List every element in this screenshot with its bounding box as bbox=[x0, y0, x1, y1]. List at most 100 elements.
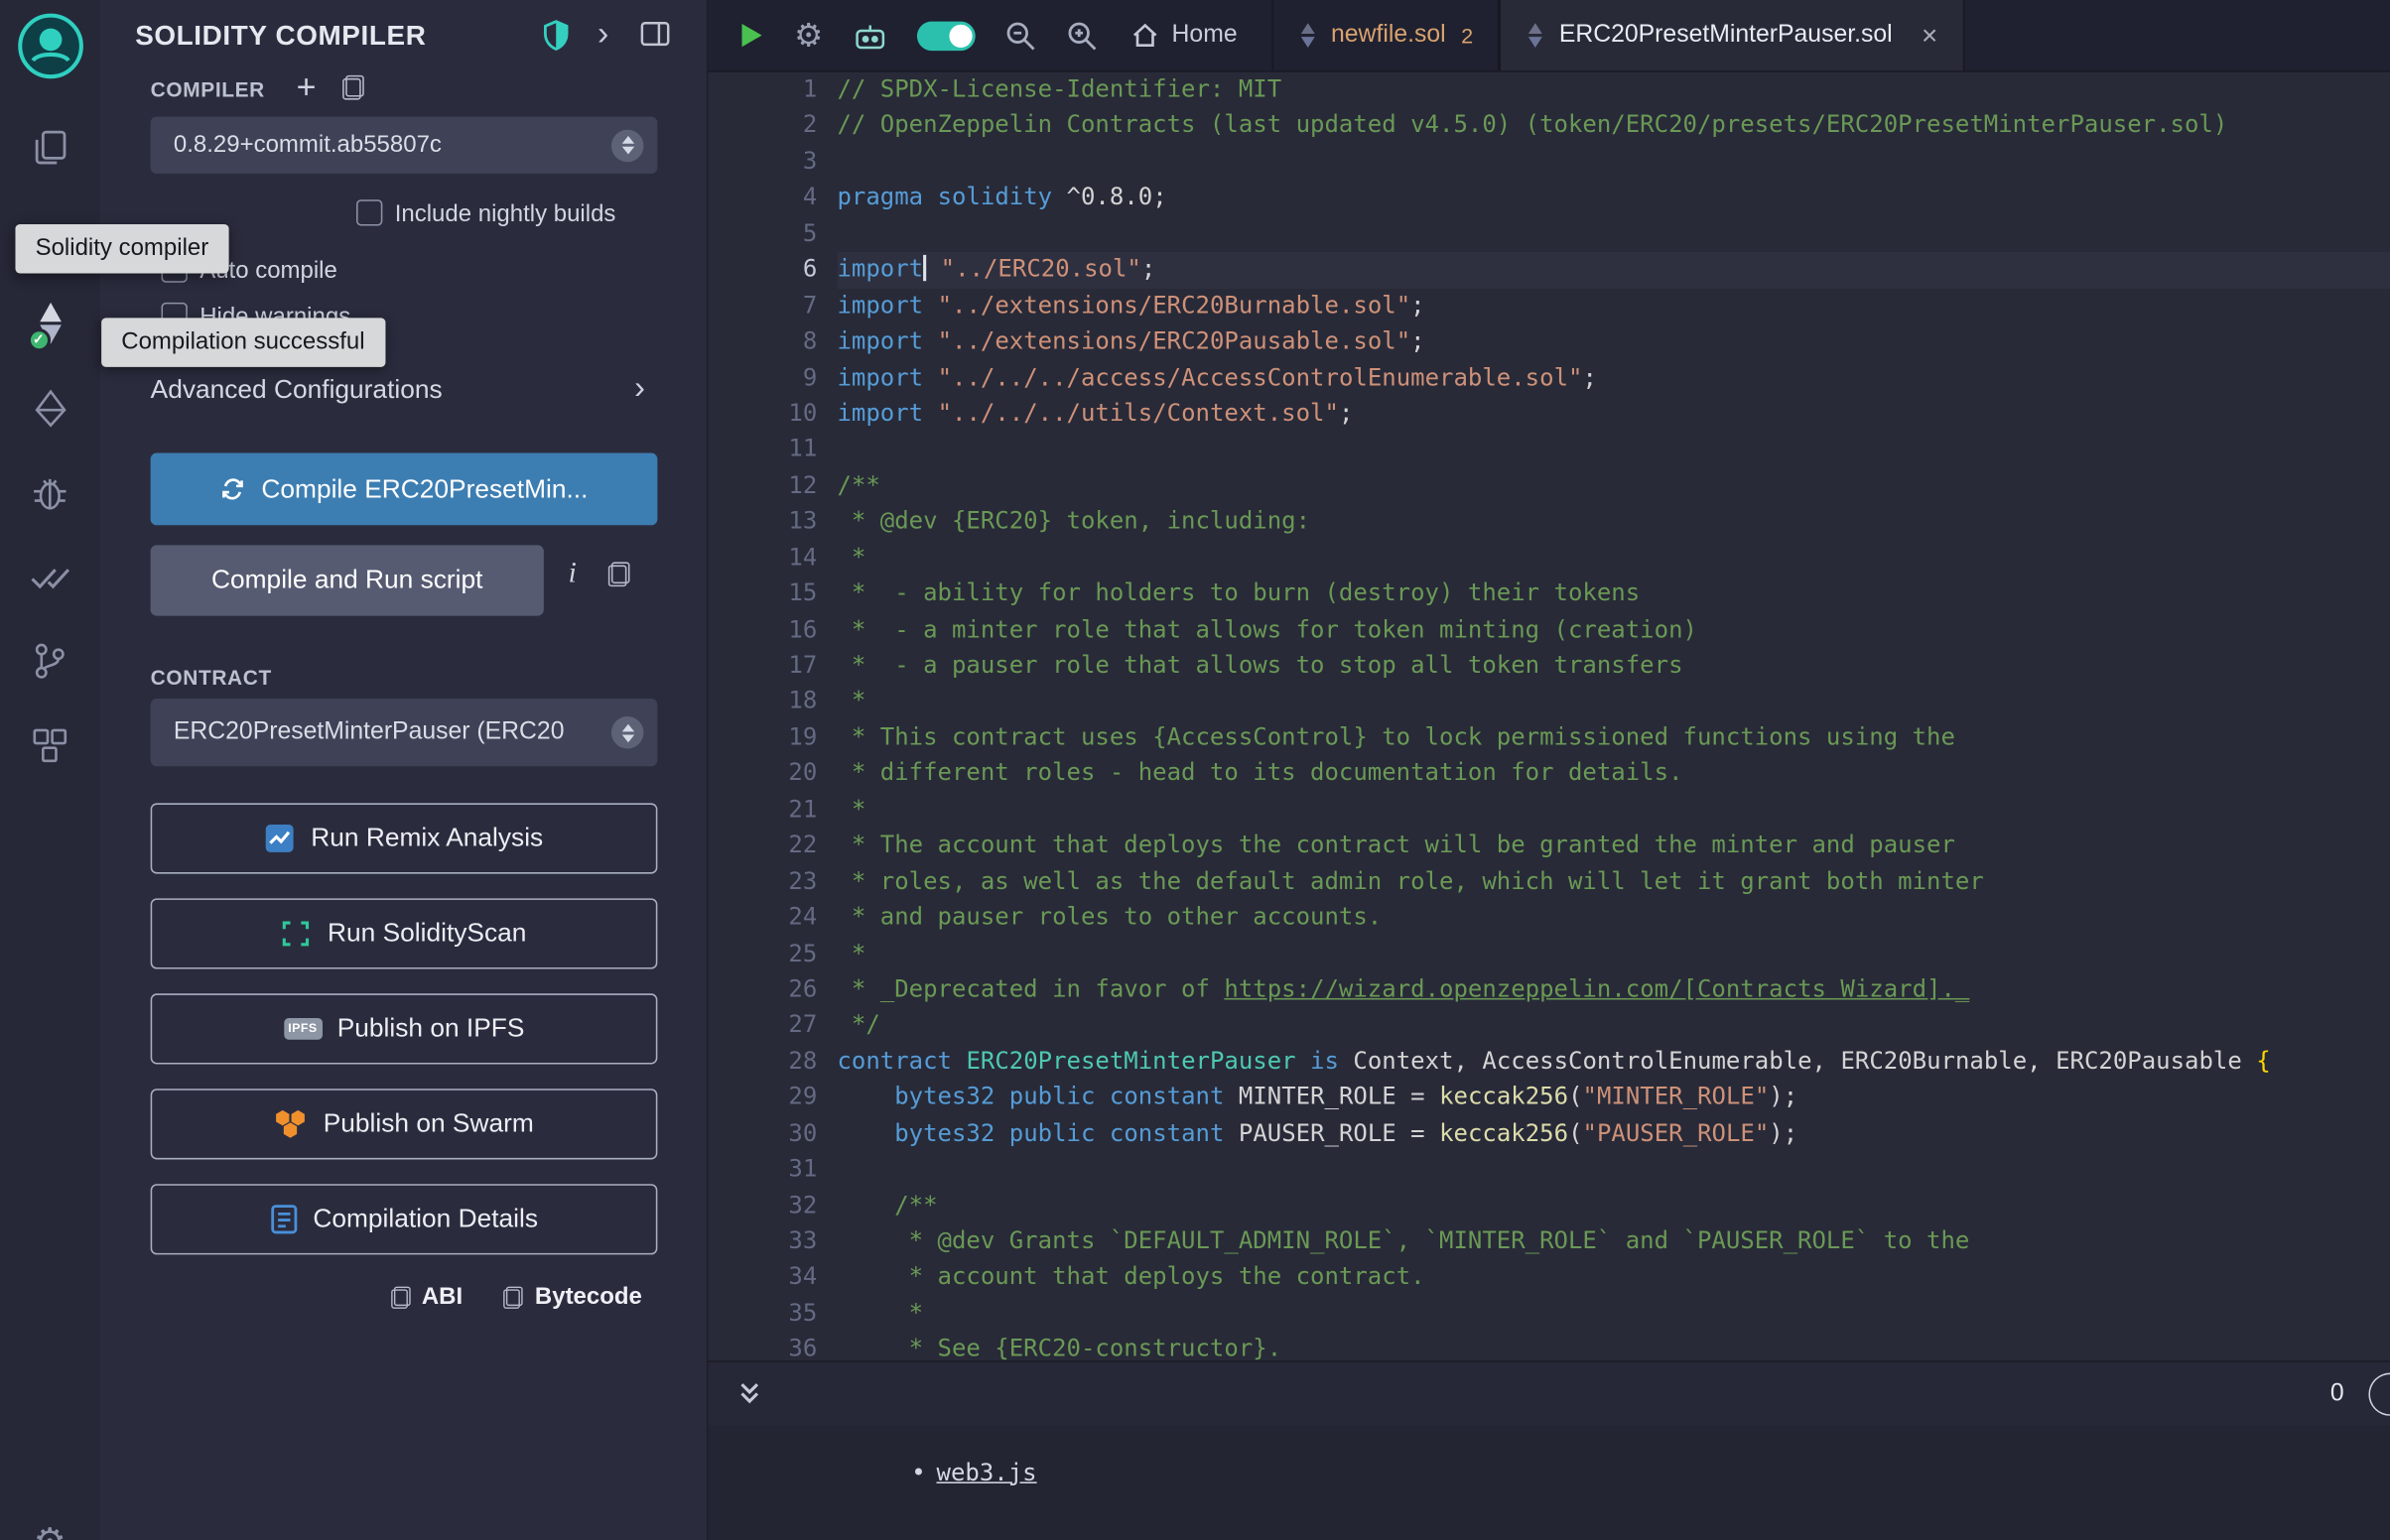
code-line[interactable]: * bbox=[837, 936, 2390, 971]
code-line[interactable]: import "../../../access/AccessControlEnu… bbox=[837, 360, 2390, 396]
code-line[interactable]: // OpenZeppelin Contracts (last updated … bbox=[837, 108, 2390, 144]
code-line[interactable]: * The account that deploys the contract … bbox=[837, 828, 2390, 863]
code-line[interactable]: * and pauser roles to other accounts. bbox=[837, 900, 2390, 936]
settings-gear-icon[interactable]: ⚙ bbox=[0, 1520, 100, 1540]
solidity-compiler-icon[interactable]: ✓ bbox=[0, 301, 100, 345]
code-token: ^0.8.0; bbox=[1052, 184, 1167, 211]
code-line[interactable]: */ bbox=[837, 1008, 2390, 1044]
code-line[interactable]: * bbox=[837, 1296, 2390, 1332]
code-line[interactable] bbox=[837, 216, 2390, 252]
deploy-run-icon[interactable] bbox=[0, 389, 100, 429]
gear-icon[interactable]: ⚙ bbox=[794, 16, 823, 55]
code-line[interactable]: import "../extensions/ERC20Pausable.sol"… bbox=[837, 324, 2390, 360]
refresh-icon bbox=[220, 476, 246, 502]
code-line[interactable]: import "../extensions/ERC20Burnable.sol"… bbox=[837, 288, 2390, 323]
line-number: 23 bbox=[708, 864, 817, 900]
compilation-details-button[interactable]: Compilation Details bbox=[151, 1184, 658, 1254]
collapse-terminal-icon[interactable] bbox=[735, 1380, 763, 1406]
code-token: "../ERC20.sol" bbox=[941, 255, 1141, 283]
copy-bytecode[interactable]: Bytecode bbox=[502, 1284, 641, 1312]
nightly-builds-checkbox[interactable] bbox=[356, 199, 382, 225]
code-line[interactable]: import "../ERC20.sol"; bbox=[837, 252, 2390, 288]
play-icon[interactable] bbox=[738, 22, 764, 50]
chevron-right-icon[interactable]: › bbox=[598, 14, 608, 54]
tab-home[interactable]: Home bbox=[1114, 0, 1256, 70]
code-line[interactable] bbox=[837, 432, 2390, 467]
code-editor[interactable]: 1234567891011121314151617181920212223242… bbox=[708, 72, 2390, 1360]
abi-label: ABI bbox=[422, 1284, 463, 1312]
robot-icon[interactable] bbox=[853, 21, 888, 50]
run-remix-analysis-button[interactable]: Run Remix Analysis bbox=[151, 803, 658, 873]
code-line[interactable]: * - a pauser role that allows to stop al… bbox=[837, 648, 2390, 684]
tab-erc20presetminterpauser[interactable]: ERC20PresetMinterPauser.sol × bbox=[1499, 0, 1963, 70]
code-line[interactable]: * different roles - head to its document… bbox=[837, 756, 2390, 792]
code-line[interactable]: * This contract uses {AccessControl} to … bbox=[837, 720, 2390, 756]
advanced-configurations[interactable]: Advanced Configurations bbox=[151, 375, 443, 406]
code-line[interactable]: * @dev Grants `DEFAULT_ADMIN_ROLE`, `MIN… bbox=[837, 1223, 2390, 1259]
copy-abi[interactable]: ABI bbox=[389, 1284, 463, 1312]
file-explorer-icon[interactable] bbox=[0, 127, 100, 167]
compile-button[interactable]: Compile ERC20PresetMin... bbox=[151, 453, 658, 526]
code-line[interactable]: /** bbox=[837, 1188, 2390, 1223]
code-line[interactable]: * _Deprecated in favor of https://wizard… bbox=[837, 972, 2390, 1008]
ai-toggle[interactable] bbox=[917, 21, 976, 50]
code-token: PAUSER_ROLE = bbox=[1224, 1119, 1439, 1147]
tab-newfile[interactable]: newfile.sol 2 bbox=[1271, 0, 1500, 70]
copy-icon[interactable] bbox=[608, 562, 630, 586]
code-line[interactable]: bytes32 public constant MINTER_ROLE = ke… bbox=[837, 1080, 2390, 1115]
code-line[interactable]: * - ability for holders to burn (destroy… bbox=[837, 577, 2390, 612]
split-panel-icon[interactable] bbox=[640, 22, 669, 47]
code-line[interactable] bbox=[837, 1152, 2390, 1188]
unit-testing-icon[interactable] bbox=[0, 562, 100, 592]
copy-icon[interactable] bbox=[342, 75, 364, 100]
plugin-manager-icon[interactable] bbox=[0, 726, 100, 765]
code-line[interactable] bbox=[837, 144, 2390, 180]
code-line[interactable]: * roles, as well as the default admin ro… bbox=[837, 864, 2390, 900]
code-line[interactable]: * bbox=[837, 540, 2390, 576]
code-line[interactable]: * bbox=[837, 792, 2390, 828]
code-token: "PAUSER_ROLE" bbox=[1583, 1119, 1770, 1147]
debugger-icon[interactable] bbox=[0, 474, 100, 513]
run-solidityscan-button[interactable]: Run SolidityScan bbox=[151, 898, 658, 968]
code-token: /** bbox=[837, 1191, 937, 1219]
terminal: 0 •web3.js •ethers.js •sol-gpt<your Soli… bbox=[708, 1360, 2390, 1540]
info-icon[interactable]: i bbox=[569, 558, 577, 591]
code-line[interactable]: * bbox=[837, 684, 2390, 719]
zoom-in-icon[interactable] bbox=[1066, 19, 1098, 51]
code-line[interactable]: /** bbox=[837, 468, 2390, 504]
chevron-right-icon[interactable]: › bbox=[634, 370, 645, 407]
compile-and-run-button[interactable]: Compile and Run script bbox=[151, 545, 544, 615]
code-line[interactable]: * - a minter role that allows for token … bbox=[837, 612, 2390, 648]
code-token bbox=[837, 1119, 894, 1147]
code-line[interactable]: pragma solidity ^0.8.0; bbox=[837, 181, 2390, 216]
code-line[interactable]: * @dev {ERC20} token, including: bbox=[837, 504, 2390, 540]
line-number: 5 bbox=[708, 216, 817, 252]
code-token bbox=[952, 1047, 966, 1075]
code-token bbox=[923, 363, 937, 391]
close-icon[interactable]: × bbox=[1922, 19, 1937, 51]
code-line[interactable]: // SPDX-License-Identifier: MIT bbox=[837, 72, 2390, 108]
code-line[interactable]: import "../../../utils/Context.sol"; bbox=[837, 396, 2390, 432]
zoom-out-icon[interactable] bbox=[1004, 19, 1036, 51]
plus-icon[interactable]: + bbox=[297, 67, 317, 107]
code-token: * account that deploys the contract. bbox=[837, 1263, 1424, 1291]
terminal-search-input[interactable] bbox=[2368, 1372, 2390, 1415]
code-line[interactable]: * account that deploys the contract. bbox=[837, 1260, 2390, 1296]
web3-link[interactable]: web3.js bbox=[937, 1459, 1037, 1486]
code-area[interactable]: // SPDX-License-Identifier: MIT // OpenZe… bbox=[837, 72, 2390, 1360]
code-line[interactable]: bytes32 public constant PAUSER_ROLE = ke… bbox=[837, 1116, 2390, 1152]
shield-icon[interactable] bbox=[542, 20, 570, 51]
line-number: 32 bbox=[708, 1188, 817, 1223]
details-icon bbox=[270, 1204, 298, 1234]
remix-logo[interactable] bbox=[0, 12, 100, 79]
publish-on-ipfs-button[interactable]: IPFS Publish on IPFS bbox=[151, 993, 658, 1064]
code-token: */ bbox=[837, 1011, 879, 1039]
code-line[interactable]: * See {ERC20-constructor}. bbox=[837, 1332, 2390, 1360]
contract-select[interactable]: ERC20PresetMinterPauser (ERC20 bbox=[151, 699, 658, 766]
code-token: // SPDX-License-Identifier: MIT bbox=[837, 75, 1281, 103]
publish-on-swarm-button[interactable]: Publish on Swarm bbox=[151, 1089, 658, 1159]
compiler-version-select[interactable]: 0.8.29+commit.ab55807c bbox=[151, 117, 658, 174]
git-icon[interactable] bbox=[0, 642, 100, 681]
code-line[interactable]: contract ERC20PresetMinterPauser is Cont… bbox=[837, 1044, 2390, 1080]
code-token: ; bbox=[1582, 363, 1596, 391]
